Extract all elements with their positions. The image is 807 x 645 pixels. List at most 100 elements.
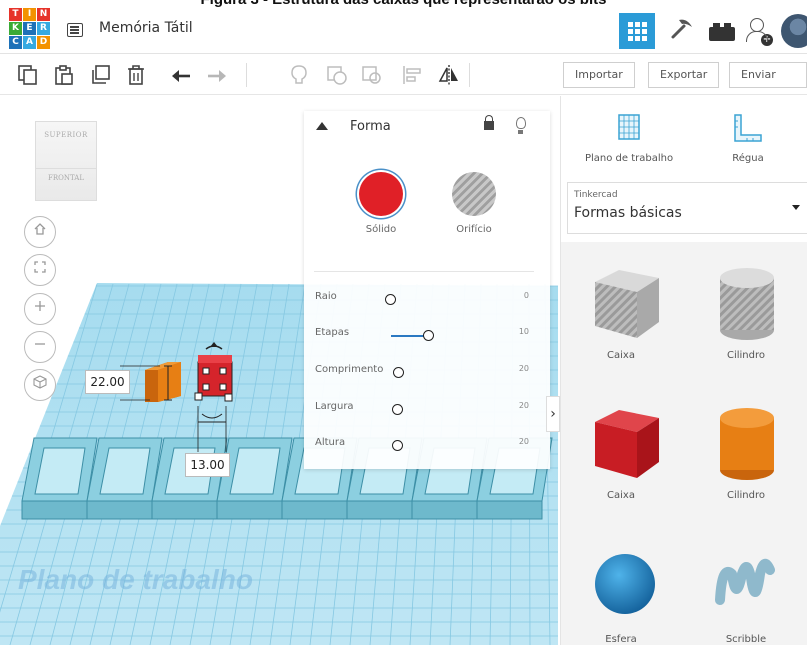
panel-collapse-tab[interactable]: › [546, 396, 560, 432]
top-bar: T I N K E R C A D Memória Tátil + [0, 8, 807, 54]
width-dimension-label[interactable]: 13.00 [185, 453, 230, 477]
trash-icon[interactable] [125, 64, 147, 86]
view-cube-top-label: SUPERIOR [44, 131, 88, 139]
shape-library-dropdown[interactable]: Tinkercad Formas básicas [567, 182, 807, 234]
perspective-button[interactable] [24, 369, 56, 401]
hole-swatch[interactable] [452, 172, 496, 216]
prop-radius: Raio 0 [315, 291, 529, 307]
import-button[interactable]: Importar [563, 62, 635, 88]
shape-label: Scribble [725, 634, 767, 645]
grid-icon [627, 21, 647, 41]
export-button[interactable]: Exportar [648, 62, 720, 88]
note-icon[interactable] [288, 64, 310, 86]
ungroup-icon[interactable] [361, 64, 383, 86]
logo-letter: T [9, 8, 22, 21]
logo-letter: D [37, 36, 50, 49]
home-icon [34, 223, 46, 235]
logo-letter: C [9, 36, 22, 49]
height-dimension-label[interactable]: 22.00 [85, 370, 130, 394]
group-icon[interactable] [326, 64, 348, 86]
home-view-button[interactable] [24, 216, 56, 248]
hollow-box[interactable] [21, 437, 98, 520]
prop-value[interactable]: 10 [519, 327, 529, 336]
prop-label: Comprimento [315, 364, 384, 375]
logo-letter: A [23, 36, 36, 49]
bricks-view-button[interactable] [709, 23, 735, 41]
radius-slider[interactable] [385, 294, 396, 305]
cylinder-solid-icon [720, 408, 774, 480]
hollow-box[interactable] [151, 437, 228, 520]
workplane-tool[interactable] [569, 111, 689, 149]
chevron-down-icon [792, 205, 800, 210]
shape-sphere[interactable]: Esfera [561, 534, 681, 645]
logo-letter: K [9, 22, 22, 35]
shape-cylinder-hole[interactable]: Cilindro [686, 254, 806, 374]
logo-letter: I [23, 8, 36, 21]
undo-icon[interactable] [170, 64, 192, 86]
copy-icon[interactable] [17, 64, 39, 86]
shape-label: Esfera [605, 634, 637, 645]
ruler-icon [734, 114, 762, 142]
lock-icon[interactable] [484, 115, 494, 130]
invite-user-button[interactable]: + [745, 16, 773, 46]
inspector-divider [314, 271, 534, 272]
tinkercad-window: { "caption": "Figura 3 - Estrutura das c… [0, 0, 807, 645]
length-slider[interactable] [393, 367, 404, 378]
fit-view-button[interactable] [24, 254, 56, 286]
steps-slider[interactable] [423, 330, 434, 341]
view-cube[interactable]: SUPERIOR FRONTAL [35, 121, 97, 201]
mirror-icon[interactable] [438, 64, 460, 86]
send-to-button[interactable]: Enviar para [729, 62, 807, 105]
workplane-icon [618, 114, 640, 140]
blocks-view-button[interactable] [665, 15, 699, 47]
chevron-right-icon: › [550, 406, 556, 422]
prop-value[interactable]: 20 [519, 401, 529, 410]
prop-value[interactable]: 20 [519, 437, 529, 446]
prop-length: Comprimento 20 [315, 364, 529, 380]
shape-cylinder-solid[interactable]: Cilindro [686, 394, 806, 514]
shape-box-hole[interactable]: Caixa [561, 254, 681, 374]
design-list-icon[interactable] [67, 23, 83, 37]
prop-label: Largura [315, 401, 354, 412]
top-right-controls: + [619, 13, 807, 49]
zoom-in-button[interactable] [24, 293, 56, 325]
inspector-title: Forma [350, 119, 391, 134]
avatar[interactable] [781, 14, 807, 48]
toolbar-divider [469, 63, 470, 87]
shape-box-solid[interactable]: Caixa [561, 394, 681, 514]
hollow-box[interactable] [216, 437, 293, 520]
solid-label: Sólido [365, 224, 397, 235]
edit-toolbar: Importar Exportar Enviar para [0, 55, 807, 105]
prop-value[interactable]: 20 [519, 364, 529, 373]
tinkercad-logo[interactable]: T I N K E R C A D [9, 8, 52, 51]
workplane-tool-label: Plano de trabalho [584, 153, 674, 164]
box-solid-icon [595, 410, 659, 478]
bulb-icon[interactable] [516, 117, 526, 134]
width-slider[interactable] [392, 404, 403, 415]
library-category: Tinkercad [574, 190, 618, 200]
paste-icon[interactable] [53, 64, 75, 86]
duplicate-icon[interactable] [89, 64, 111, 86]
inspector-header[interactable]: Forma [304, 111, 550, 143]
shape-grid: Caixa Cilindro Caixa Cilindro Esfera Scr… [561, 242, 807, 645]
align-icon[interactable] [401, 64, 423, 86]
zoom-out-button[interactable] [24, 331, 56, 363]
prop-width: Largura 20 [315, 401, 529, 417]
prop-value[interactable]: 0 [524, 291, 529, 300]
solid-color-swatch[interactable] [359, 172, 403, 216]
3d-view-button[interactable] [619, 13, 655, 49]
redo-icon[interactable] [206, 64, 228, 86]
hollow-box[interactable] [86, 437, 163, 520]
shape-inspector: Forma Sólido Orifício Raio 0 Etapas 10 C… [304, 111, 550, 469]
collapse-caret-icon[interactable] [316, 122, 328, 130]
ruler-tool[interactable] [688, 111, 807, 149]
height-slider[interactable] [392, 440, 403, 451]
minus-icon [35, 343, 45, 345]
shape-scribble[interactable]: Scribble [686, 534, 806, 645]
ruler-tool-label: Régua [732, 153, 764, 164]
hole-label: Orifício [456, 224, 492, 235]
project-title[interactable]: Memória Tátil [99, 20, 193, 36]
logo-letter: R [37, 22, 50, 35]
shape-label: Cilindro [726, 350, 765, 361]
logo-letter: N [37, 8, 50, 21]
